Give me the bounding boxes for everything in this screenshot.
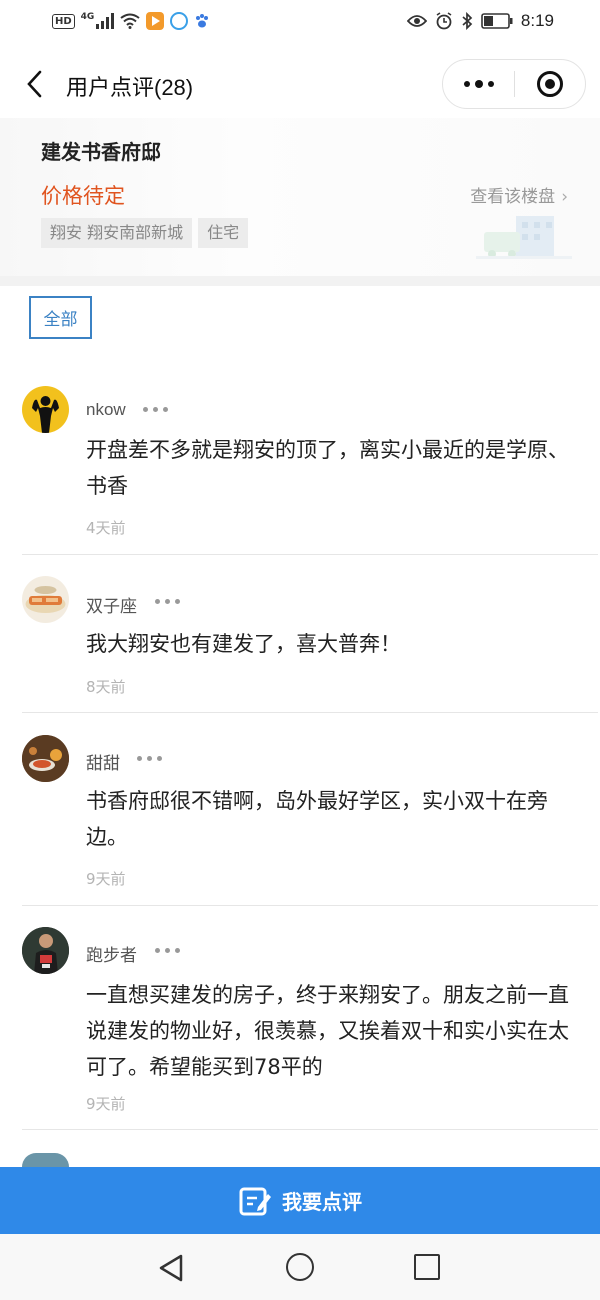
comment-more-button[interactable] [155, 599, 180, 604]
status-right: 8:19 [406, 11, 554, 31]
comment-time: 9天前 [86, 870, 126, 888]
comment-username: 跑步者 [86, 946, 137, 965]
chevron-right-icon: › [561, 187, 568, 207]
bluetooth-icon [462, 12, 473, 30]
section-divider [0, 276, 600, 286]
avatar[interactable] [22, 576, 69, 623]
property-price: 价格待定 [41, 184, 125, 208]
write-review-button[interactable]: 我要点评 [0, 1167, 600, 1234]
comment-item: nkow 开盘差不多就是翔安的顶了，离实小最近的是学原、书香 4天前 [0, 380, 600, 556]
comment-username: 双子座 [86, 597, 137, 616]
alarm-icon [436, 12, 452, 30]
nav-back-triangle-icon[interactable] [158, 1254, 184, 1282]
view-property-link[interactable]: 查看该楼盘 › [470, 182, 568, 207]
clock-time: 8:19 [520, 11, 554, 30]
comment-username: nkow [86, 400, 126, 419]
filter-all-button[interactable]: 全部 [29, 296, 92, 339]
eye-icon [406, 15, 427, 27]
property-name: 建发书香府邸 [41, 140, 161, 164]
property-card: 建发书香府邸 价格待定 查看该楼盘 › 翔安 翔安南部新城 住宅 [0, 118, 600, 276]
video-app-icon [146, 12, 165, 30]
comment-divider [22, 712, 598, 713]
comment-more-button[interactable] [143, 407, 168, 412]
comment-item: 甜甜 书香府邸很不错啊，岛外最好学区，实小双十在旁边。 9天前 [0, 731, 600, 907]
close-miniprogram-button[interactable] [515, 59, 585, 109]
write-review-label: 我要点评 [282, 1190, 362, 1214]
wifi-icon [120, 13, 140, 29]
property-tag: 翔安 翔安南部新城 [41, 218, 193, 248]
comment-time: 4天前 [86, 519, 126, 537]
miniprogram-capsule [442, 59, 586, 109]
pen-edit-icon [239, 1187, 271, 1215]
back-button[interactable] [18, 66, 50, 102]
avatar[interactable] [22, 735, 69, 782]
comment-item: 跑步者 一直想买建发的房子，终于来翔安了。朋友之前一直说建发的物业好，很羡慕，又… [0, 923, 600, 1133]
more-dot-icon [487, 81, 494, 87]
more-button[interactable] [443, 59, 514, 109]
signal-icon [96, 13, 115, 29]
comment-text: 一直想买建发的房子，终于来翔安了。朋友之前一直说建发的物业好，很羡慕，又挨着双十… [86, 983, 569, 1079]
comment-divider [22, 554, 598, 555]
target-icon [536, 71, 563, 97]
view-property-label: 查看该楼盘 [470, 187, 556, 207]
avatar[interactable] [22, 386, 69, 433]
avatar[interactable] [22, 1153, 69, 1167]
browser-app-icon [170, 12, 189, 30]
more-dot-icon [474, 80, 483, 88]
property-tags: 翔安 翔安南部新城 住宅 [41, 218, 249, 248]
comment-item: 双子座 我大翔安也有建发了，喜大普奔！ 8天前 [0, 572, 600, 714]
nav-bar: 用户点评(28) [0, 50, 600, 118]
comment-time: 8天前 [86, 678, 126, 696]
comment-time: 9天前 [86, 1095, 126, 1113]
nav-home-circle-icon[interactable] [286, 1253, 314, 1281]
system-nav-bar [0, 1234, 600, 1300]
hd-icon: HD [52, 13, 75, 29]
status-bar: HD 4G 8:19 [0, 0, 600, 50]
comment-text: 开盘差不多就是翔安的顶了，离实小最近的是学原、书香 [86, 438, 569, 498]
comment-divider [22, 905, 598, 906]
avatar[interactable] [22, 927, 69, 974]
chevron-left-icon [27, 70, 42, 98]
comment-divider [22, 1129, 598, 1130]
comment-more-button[interactable] [137, 756, 162, 761]
property-tag: 住宅 [198, 218, 249, 248]
comment-text: 我大翔安也有建发了，喜大普奔！ [86, 632, 401, 656]
more-dot-icon [463, 81, 470, 87]
comment-more-button[interactable] [155, 948, 180, 953]
building-illustration-icon [476, 216, 572, 259]
battery-icon [481, 13, 513, 29]
page-title: 用户点评(28) [66, 75, 194, 100]
comment-username: 甜甜 [86, 754, 120, 773]
nav-recent-square-icon[interactable] [414, 1254, 440, 1280]
network-label: 4G [80, 12, 95, 22]
comment-text: 书香府邸很不错啊，岛外最好学区，实小双十在旁边。 [86, 789, 548, 849]
baidu-paw-icon [196, 14, 209, 28]
status-left: HD 4G [52, 12, 210, 30]
